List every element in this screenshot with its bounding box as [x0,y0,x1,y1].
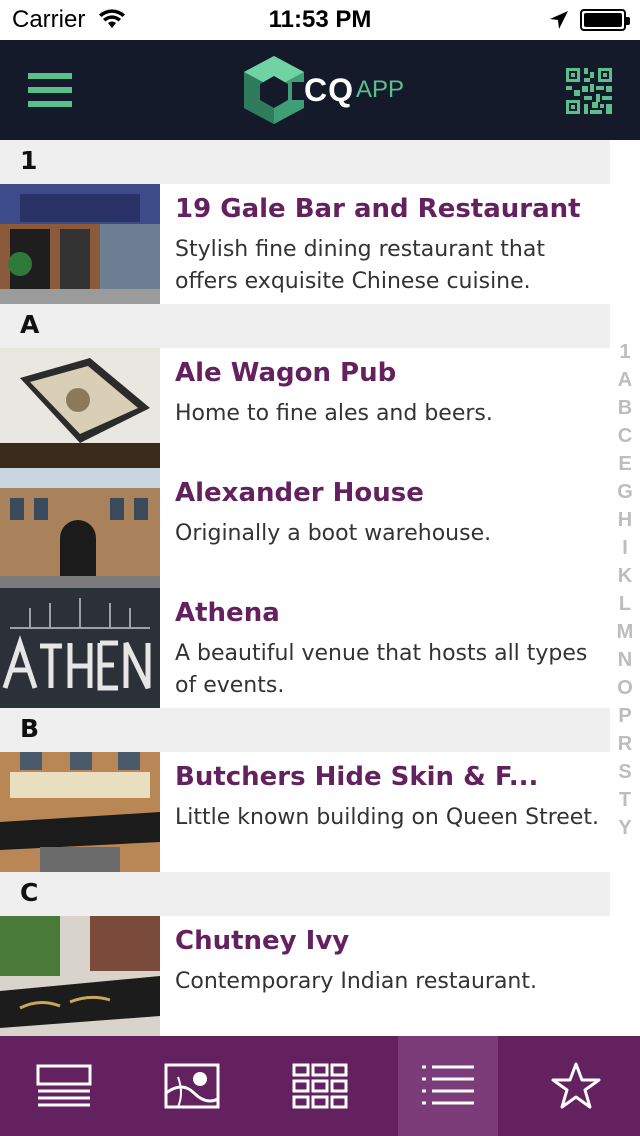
index-letter[interactable]: 1 [610,338,640,366]
star-icon [551,1062,601,1109]
index-letter[interactable]: B [610,394,640,422]
index-letter[interactable]: M [610,618,640,646]
venue-thumbnail [0,348,160,468]
venue-thumbnail [0,468,160,588]
list-icon [422,1065,474,1105]
venue-description: Originally a boot warehouse. [175,521,492,546]
index-letter[interactable]: R [610,730,640,758]
venue-description: A beautiful venue that hosts all types o… [175,641,588,698]
tab-bar [0,1036,640,1136]
qr-scan-button[interactable] [566,68,612,114]
venue-title: Butchers Hide Skin & F... [175,762,539,792]
tab-news[interactable] [14,1036,114,1136]
qr-code-icon [566,68,612,114]
venue-list[interactable]: 1 19 Gale Bar and Restaurant Stylish fin… [0,140,640,1036]
map-icon [164,1063,220,1109]
menu-button[interactable] [28,73,72,107]
index-letter[interactable]: T [610,786,640,814]
logo-app-text: APP [356,76,405,103]
nav-bar: CQ APP [0,40,640,140]
index-letter[interactable]: G [610,478,640,506]
index-letter[interactable]: L [610,590,640,618]
location-arrow-icon [550,11,568,29]
clock: 11:53 PM [268,6,372,33]
index-letter[interactable]: C [610,422,640,450]
venue-title: 19 Gale Bar and Restaurant [175,194,581,224]
venue-thumbnail [0,916,160,1036]
index-letter[interactable]: I [610,534,640,562]
tab-list[interactable] [398,1036,498,1136]
list-item[interactable]: Ale Wagon Pub Home to fine ales and beer… [0,348,610,468]
section-index[interactable]: 1ABCEGHIKLMNOPRSTY [610,338,640,842]
venue-thumbnail [0,752,160,872]
venue-title: Athena [175,598,280,628]
venue-description: Contemporary Indian restaurant. [175,969,537,994]
index-letter[interactable]: S [610,758,640,786]
cq-logo-icon [244,56,310,124]
venue-description: Home to fine ales and beers. [175,401,493,426]
index-letter[interactable]: K [610,562,640,590]
list-item[interactable]: Chutney Ivy Contemporary Indian restaura… [0,916,610,1036]
index-letter[interactable]: E [610,450,640,478]
index-letter[interactable]: P [610,702,640,730]
index-letter[interactable]: N [610,646,640,674]
grid-icon [292,1063,348,1109]
app-logo: CQ APP [240,54,420,126]
venue-thumbnail [0,588,160,708]
section-header: A [0,304,610,348]
venue-description: Little known building on Queen Street. [175,805,599,830]
index-letter[interactable]: A [610,366,640,394]
index-letter[interactable]: H [610,506,640,534]
section-header: B [0,708,610,752]
list-item[interactable]: Butchers Hide Skin & F... Little known b… [0,752,610,872]
tab-favourites[interactable] [526,1036,626,1136]
list-item[interactable]: 19 Gale Bar and Restaurant Stylish fine … [0,184,610,304]
list-item[interactable]: Alexander House Originally a boot wareho… [0,468,610,588]
venue-title: Chutney Ivy [175,926,350,956]
news-icon [36,1064,92,1107]
logo-cq-text: CQ [304,72,354,108]
venue-description: Stylish fine dining restaurant that offe… [175,237,545,294]
list-item[interactable]: Athena A beautiful venue that hosts all … [0,588,610,708]
section-header: 1 [0,140,610,184]
venue-title: Alexander House [175,478,424,508]
tab-grid[interactable] [270,1036,370,1136]
section-header: C [0,872,610,916]
battery-icon [580,9,630,31]
status-bar: Carrier 11:53 PM [0,0,640,40]
index-letter[interactable]: Y [610,814,640,842]
tab-map[interactable] [142,1036,242,1136]
index-letter[interactable]: O [610,674,640,702]
venue-title: Ale Wagon Pub [175,358,397,388]
venue-thumbnail [0,184,160,304]
